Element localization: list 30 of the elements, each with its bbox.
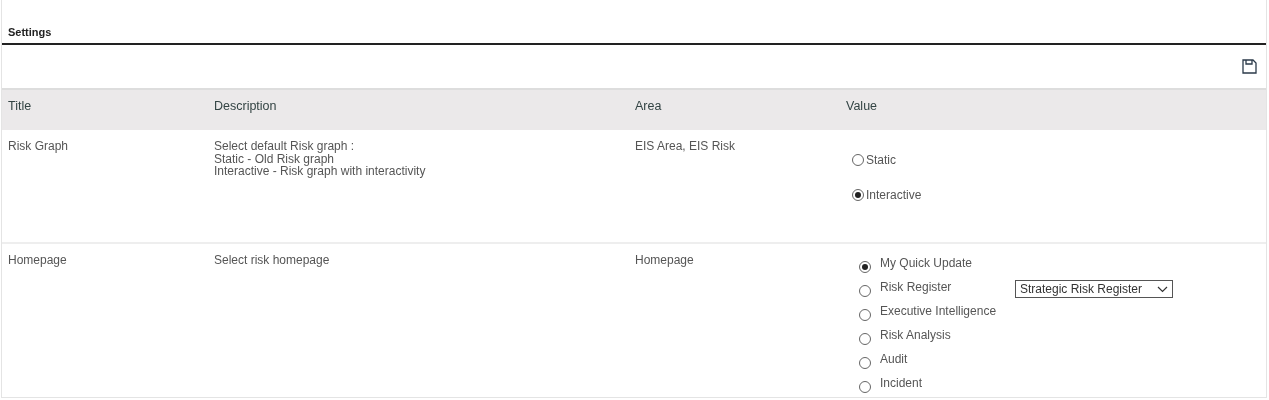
column-header: Value (846, 99, 878, 113)
chevron-down-icon (1157, 285, 1168, 293)
column-header: Title (8, 99, 32, 113)
section-title: Settings (8, 26, 52, 38)
radio-button[interactable] (859, 357, 871, 369)
option-label: Interactive (866, 187, 922, 204)
radio-button[interactable] (859, 333, 871, 345)
setting-description: Select default Risk graph : Static - Old Risk graph Interactive - Risk graph with interactivity (214, 140, 427, 178)
setting-description: Select risk homepage (214, 254, 331, 267)
radio-button[interactable] (859, 261, 871, 273)
column-header: Area (635, 99, 662, 113)
save-icon[interactable] (1242, 59, 1257, 74)
radio-button[interactable] (852, 154, 864, 166)
option-label: Executive Intelligence (880, 303, 998, 320)
option-label: Incident (880, 375, 924, 392)
option-label: Risk Analysis (880, 327, 952, 344)
setting-area: Homepage (635, 253, 694, 267)
option-label: My Quick Update (880, 255, 974, 272)
option-label: Static (866, 152, 896, 169)
column-header: Description (214, 99, 277, 113)
option-label: Audit (880, 351, 909, 368)
setting-area: EIS Area, EIS Risk (635, 139, 736, 153)
option-label: Risk Register (880, 279, 953, 296)
radio-button[interactable] (852, 189, 864, 201)
radio-button[interactable] (859, 285, 871, 297)
setting-title: Risk Graph (8, 139, 69, 153)
setting-title: Homepage (8, 253, 67, 267)
radio-button[interactable] (859, 309, 871, 321)
dropdown[interactable]: Strategic Risk Register (1015, 280, 1173, 298)
radio-button[interactable] (859, 381, 871, 393)
